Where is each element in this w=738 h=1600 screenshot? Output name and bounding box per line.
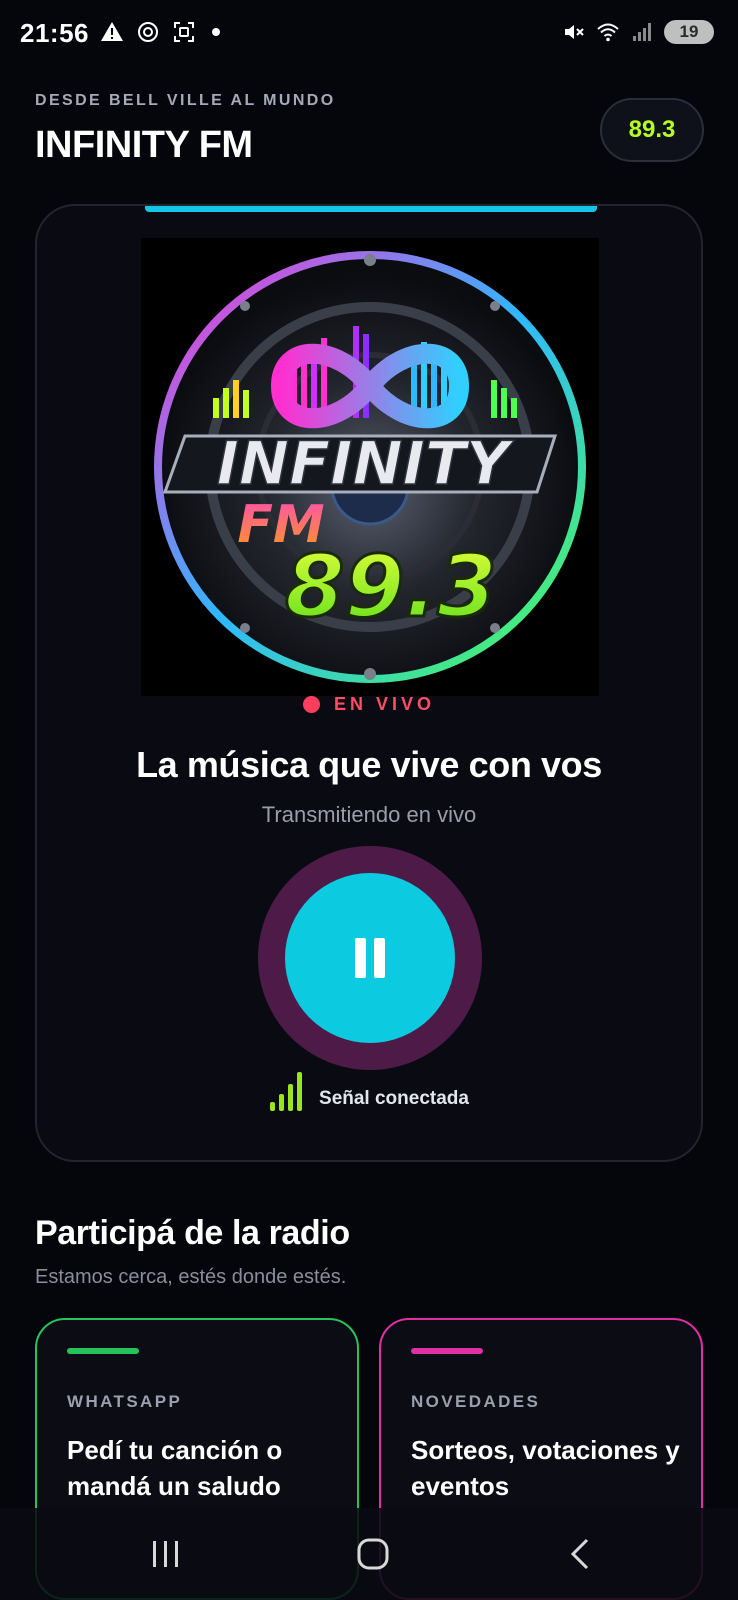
live-dot [302,696,320,713]
card-text: Sorteos, votaciones y eventos [411,1435,680,1501]
live-indicator: EN VIVO [37,694,701,715]
pause-icon [355,938,385,978]
home-icon [357,1538,389,1570]
recent-apps-button[interactable] [136,1528,196,1580]
wifi-icon [597,23,619,42]
home-button[interactable] [343,1528,403,1580]
mute-vibrate-icon [565,25,584,39]
status-bar: 21:56 19 [0,0,738,70]
card-label: WHATSAPP [67,1392,183,1411]
section-title: Participá de la radio [35,1214,350,1252]
cell-signal-icon [633,23,651,41]
system-nav-bar [0,1508,738,1600]
progress-indicator [145,206,597,212]
cover-logo-frequency: 89.3 [285,537,497,637]
warning-icon [101,22,123,41]
status-icons-right: 19 [562,20,714,44]
card-accent-bar [411,1348,483,1354]
pause-button[interactable] [285,873,455,1043]
section-subtitle: Estamos cerca, estés donde estés. [35,1266,347,1288]
screenshot-icon [174,22,194,42]
signal-status: Señal conectada [37,1068,701,1112]
card-accent-bar [67,1348,139,1354]
card-label: NOVEDADES [411,1392,541,1411]
header-subtitle: DESDE BELL VILLE AL MUNDO [35,92,336,109]
recent-apps-icon [153,1541,178,1567]
status-time: 21:56 [20,18,89,48]
card-text: Pedí tu canción o mandá un saludo [67,1435,283,1501]
back-icon [570,1538,589,1570]
status-icons-left [100,20,220,44]
notification-dot [212,28,220,36]
live-label: EN VIVO [333,694,436,714]
stream-status: Transmitiendo en vivo [261,802,477,827]
app-title: INFINITY FM [35,124,253,166]
tagline: La música que vive con vos [136,744,602,785]
chatgpt-icon [138,22,158,42]
station-logo-cover: INFINITY FM 89.3 [141,238,599,696]
signal-bars-icon [270,1072,303,1111]
play-pause-ring [258,846,482,1070]
signal-label: Señal conectada [319,1088,469,1109]
battery-icon: 19 [664,20,714,44]
cover-logo-name: INFINITY [217,429,515,499]
back-button[interactable] [550,1528,610,1580]
player-card: INFINITY FM 89.3 EN VIVO La música que v… [35,204,703,1162]
frequency-badge[interactable]: 89.3 [600,98,704,162]
